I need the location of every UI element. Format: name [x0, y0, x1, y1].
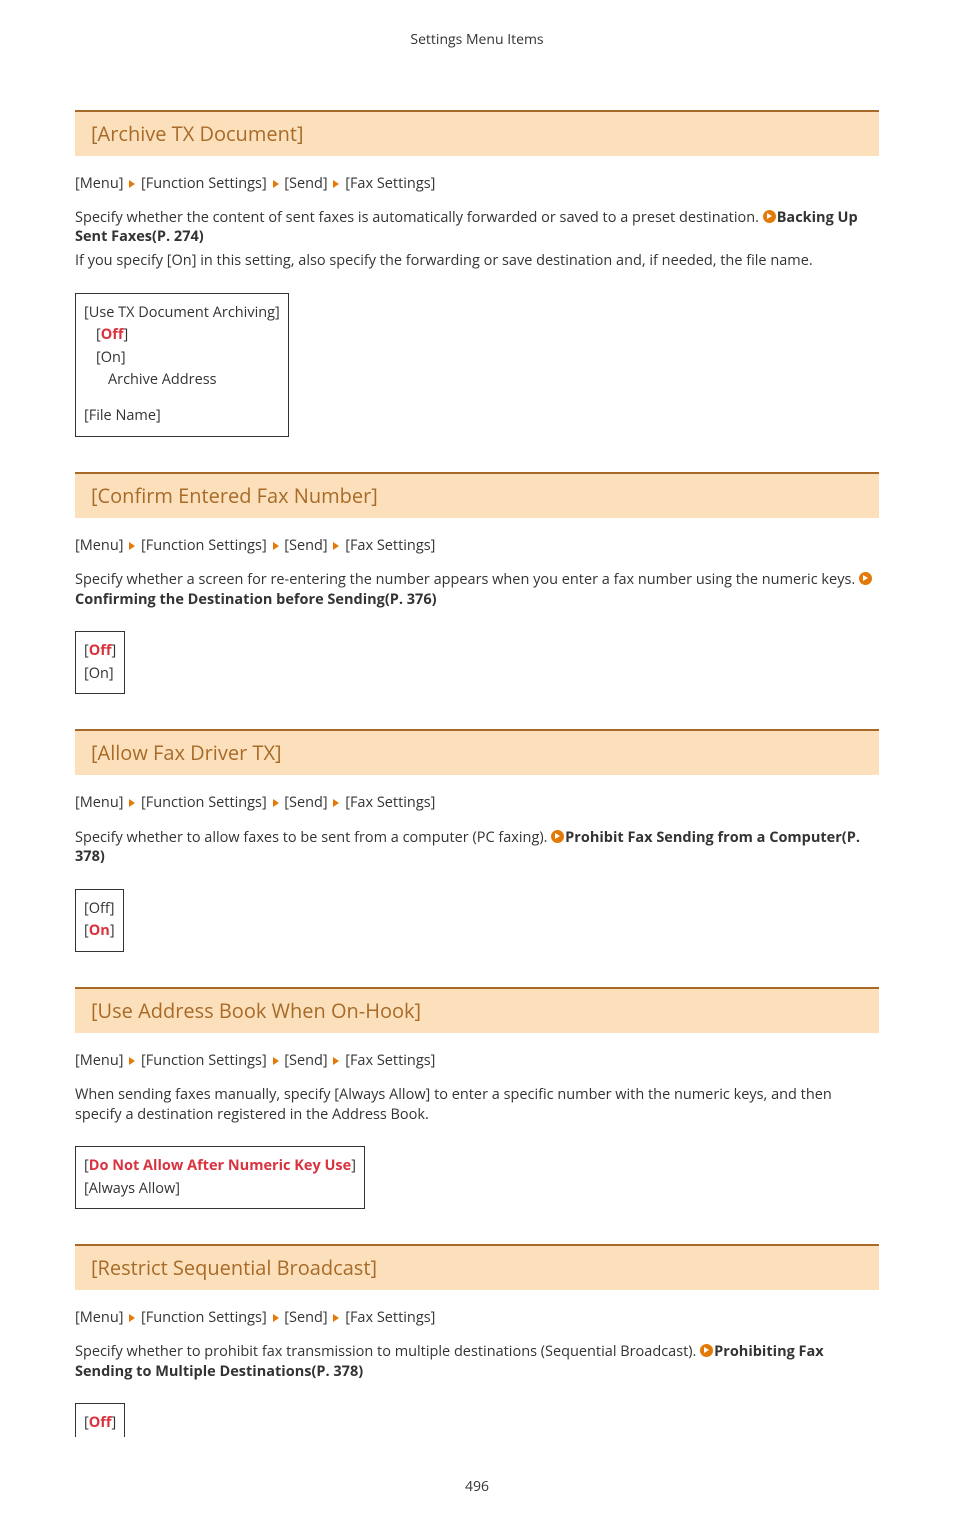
- section-description: When sending faxes manually, specify [Al…: [75, 1085, 879, 1124]
- breadcrumb: [Menu] [Function Settings] [Send] [Fax S…: [75, 174, 879, 194]
- bc-fax-settings: [Fax Settings]: [345, 793, 435, 812]
- option-default: Off: [89, 641, 112, 660]
- page-number: 496: [75, 1477, 879, 1516]
- desc-text: Specify whether to allow faxes to be sen…: [75, 828, 551, 847]
- option-off: [Off]: [84, 898, 115, 920]
- options-box: [Use TX Document Archiving] [Off] [On] A…: [75, 293, 289, 437]
- bc-send: [Send]: [284, 1308, 327, 1327]
- page-content: Settings Menu Items [Archive TX Document…: [0, 0, 954, 1516]
- running-header: Settings Menu Items: [75, 30, 879, 50]
- desc-text: Specify whether the content of sent faxe…: [75, 208, 763, 227]
- bc-menu: [Menu]: [75, 793, 123, 812]
- option-group-label: [Use TX Document Archiving]: [84, 302, 280, 324]
- play-circle-icon: [763, 210, 776, 223]
- bracket: ]: [112, 641, 117, 660]
- bc-menu: [Menu]: [75, 1051, 123, 1070]
- option-default: Do Not Allow After Numeric Key Use: [89, 1156, 351, 1175]
- desc-text: Specify whether a screen for re-entering…: [75, 570, 859, 589]
- cross-ref-link[interactable]: Confirming the Destination before Sendin…: [75, 590, 437, 609]
- bc-menu: [Menu]: [75, 1308, 123, 1327]
- section-archive: [Archive TX Document] [Menu] [Function S…: [75, 110, 879, 437]
- chevron-right-icon: [333, 1057, 339, 1065]
- chevron-right-icon: [273, 180, 279, 188]
- bracket: ]: [351, 1156, 356, 1175]
- chevron-right-icon: [129, 180, 135, 188]
- section-onhook: [Use Address Book When On-Hook] [Menu] […: [75, 987, 879, 1209]
- option-off: [Off]: [84, 1412, 116, 1434]
- option-on: [On]: [84, 347, 280, 369]
- chevron-right-icon: [333, 799, 339, 807]
- section-heading: [Restrict Sequential Broadcast]: [75, 1244, 879, 1290]
- option-always-allow: [Always Allow]: [84, 1178, 356, 1200]
- chevron-right-icon: [273, 542, 279, 550]
- section-description: Specify whether to prohibit fax transmis…: [75, 1342, 879, 1381]
- option-default: Off: [101, 325, 124, 344]
- options-box: [Off]: [75, 1403, 125, 1436]
- section-description: Specify whether to allow faxes to be sen…: [75, 828, 879, 867]
- chevron-right-icon: [273, 1057, 279, 1065]
- bc-fax-settings: [Fax Settings]: [345, 174, 435, 193]
- desc-text: Specify whether to prohibit fax transmis…: [75, 1342, 700, 1361]
- bc-menu: [Menu]: [75, 174, 123, 193]
- play-circle-icon: [700, 1344, 713, 1357]
- bracket: ]: [110, 921, 115, 940]
- section-heading: [Archive TX Document]: [75, 110, 879, 156]
- breadcrumb: [Menu] [Function Settings] [Send] [Fax S…: [75, 1051, 879, 1071]
- option-archive-address: Archive Address: [84, 369, 280, 391]
- chevron-right-icon: [129, 1057, 135, 1065]
- bc-function-settings: [Function Settings]: [141, 1308, 267, 1327]
- bc-send: [Send]: [284, 1051, 327, 1070]
- bc-send: [Send]: [284, 793, 327, 812]
- bc-function-settings: [Function Settings]: [141, 793, 267, 812]
- breadcrumb: [Menu] [Function Settings] [Send] [Fax S…: [75, 1308, 879, 1328]
- bc-function-settings: [Function Settings]: [141, 1051, 267, 1070]
- options-box: [Do Not Allow After Numeric Key Use] [Al…: [75, 1146, 365, 1209]
- bc-menu: [Menu]: [75, 536, 123, 555]
- breadcrumb: [Menu] [Function Settings] [Send] [Fax S…: [75, 793, 879, 813]
- section-heading: [Confirm Entered Fax Number]: [75, 472, 879, 518]
- bc-fax-settings: [Fax Settings]: [345, 1051, 435, 1070]
- option-on: [On]: [84, 663, 116, 685]
- chevron-right-icon: [333, 1314, 339, 1322]
- section-heading: [Use Address Book When On-Hook]: [75, 987, 879, 1033]
- section-allow: [Allow Fax Driver TX] [Menu] [Function S…: [75, 729, 879, 951]
- options-box: [Off] [On]: [75, 631, 125, 694]
- bc-function-settings: [Function Settings]: [141, 536, 267, 555]
- chevron-right-icon: [333, 180, 339, 188]
- option-off: [Off]: [84, 640, 116, 662]
- bc-send: [Send]: [284, 174, 327, 193]
- section-restrict: [Restrict Sequential Broadcast] [Menu] […: [75, 1244, 879, 1437]
- desc-text: If you specify [On] in this setting, als…: [75, 251, 879, 271]
- option-do-not-allow: [Do Not Allow After Numeric Key Use]: [84, 1155, 356, 1177]
- section-confirm: [Confirm Entered Fax Number] [Menu] [Fun…: [75, 472, 879, 694]
- chevron-right-icon: [273, 1314, 279, 1322]
- play-circle-icon: [551, 830, 564, 843]
- options-box: [Off] [On]: [75, 889, 124, 952]
- bc-fax-settings: [Fax Settings]: [345, 536, 435, 555]
- breadcrumb: [Menu] [Function Settings] [Send] [Fax S…: [75, 536, 879, 556]
- option-off: [Off]: [84, 324, 280, 346]
- section-heading: [Allow Fax Driver TX]: [75, 729, 879, 775]
- option-file-name: [File Name]: [84, 405, 280, 427]
- option-default: On: [89, 921, 110, 940]
- play-circle-icon: [859, 572, 872, 585]
- chevron-right-icon: [129, 1314, 135, 1322]
- chevron-right-icon: [129, 542, 135, 550]
- bc-function-settings: [Function Settings]: [141, 174, 267, 193]
- section-description: Specify whether the content of sent faxe…: [75, 208, 879, 247]
- bracket: ]: [124, 325, 129, 344]
- bracket: ]: [112, 1413, 117, 1432]
- option-on: [On]: [84, 920, 115, 942]
- chevron-right-icon: [273, 799, 279, 807]
- chevron-right-icon: [129, 799, 135, 807]
- chevron-right-icon: [333, 542, 339, 550]
- bc-send: [Send]: [284, 536, 327, 555]
- section-description: Specify whether a screen for re-entering…: [75, 570, 879, 609]
- bc-fax-settings: [Fax Settings]: [345, 1308, 435, 1327]
- option-default: Off: [89, 1413, 112, 1432]
